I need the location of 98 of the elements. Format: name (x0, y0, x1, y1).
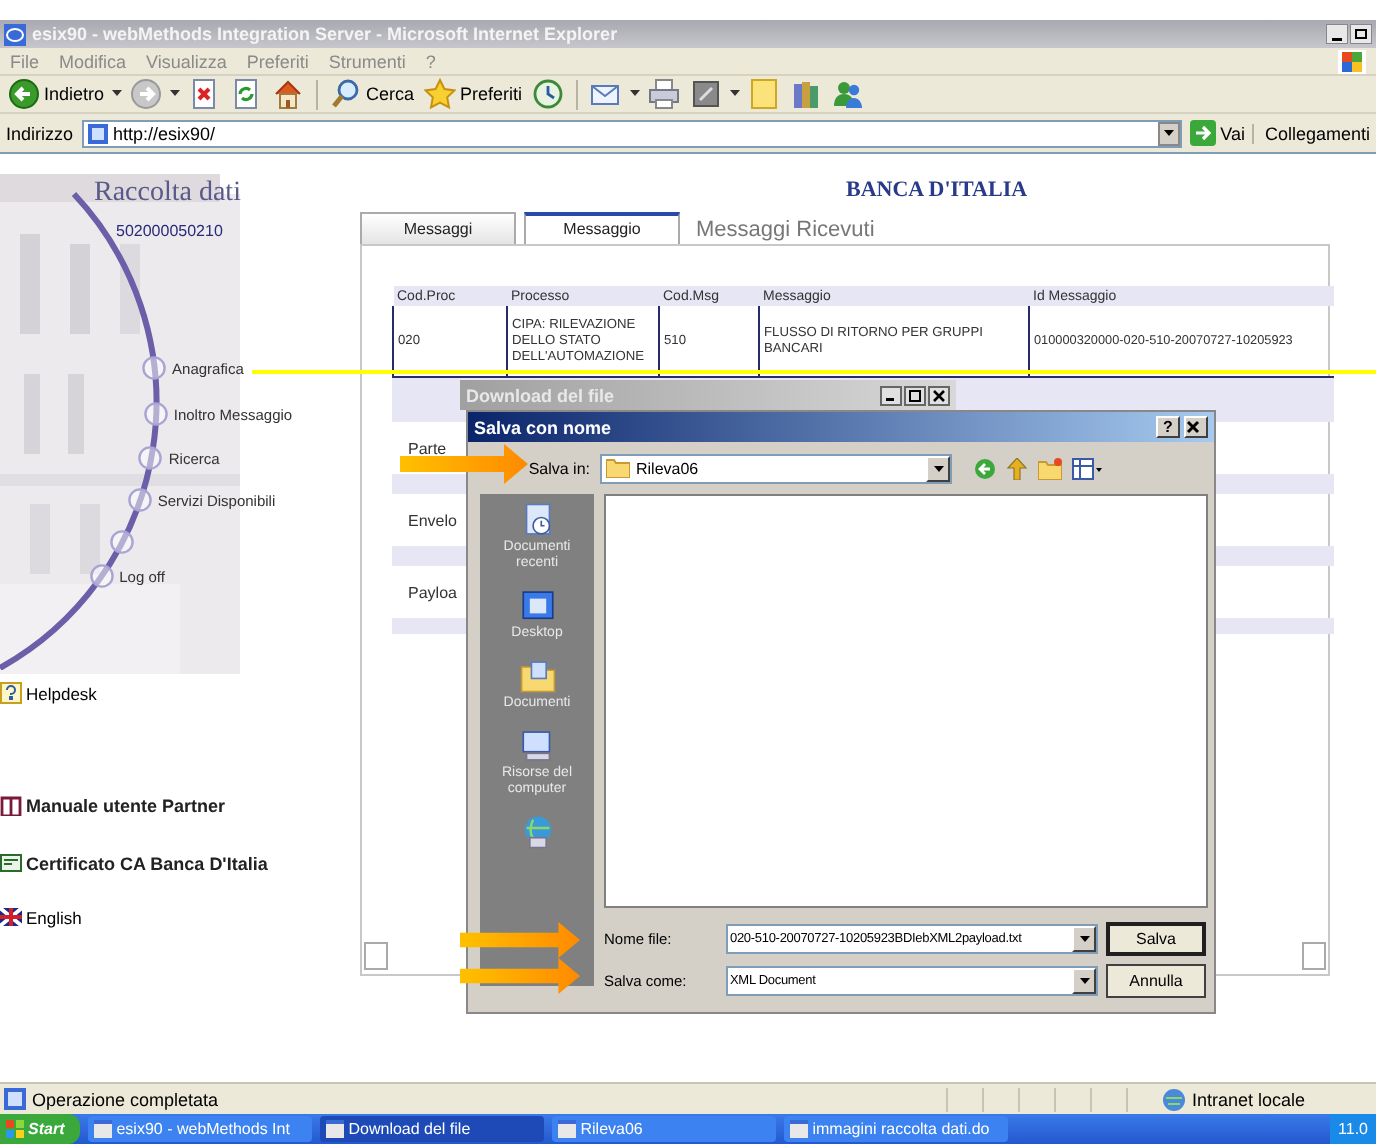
sidebar-link[interactable]: Helpdesk (0, 682, 97, 704)
windows-logo-icon (6, 1120, 24, 1138)
callout-arrow (400, 444, 528, 484)
printer-icon (648, 78, 681, 110)
page-title: Raccolta dati (94, 178, 241, 210)
arrow-icon (1190, 120, 1217, 146)
note-icon (748, 78, 781, 110)
edit-icon (690, 78, 723, 110)
windows-logo-icon (1338, 49, 1366, 73)
taskbar-item[interactable]: Rileva06 (552, 1116, 777, 1142)
sidebar-link[interactable]: Manuale utente Partner (0, 794, 226, 816)
taskbar-item[interactable]: Download del file (320, 1116, 545, 1142)
dropdown-icon[interactable] (1079, 978, 1089, 984)
toolbar-button[interactable] (830, 77, 867, 111)
node-icon (138, 446, 163, 470)
toolbar-button[interactable] (530, 77, 567, 111)
field-label: Parte (408, 439, 447, 457)
window-icon (558, 1120, 577, 1138)
views-icon[interactable] (1072, 457, 1102, 479)
sidebar-link[interactable]: Certificato CA Banca D'Italia (0, 852, 268, 874)
globe-icon (1162, 1087, 1186, 1111)
flag-icon (0, 906, 22, 928)
user-code: 502000050210 (116, 222, 223, 240)
save-button[interactable]: Salva (1106, 922, 1206, 956)
callout-arrow (460, 958, 580, 994)
books-icon (790, 78, 823, 110)
page-icon (4, 1088, 26, 1110)
folder-icon (519, 658, 555, 694)
computer-icon (519, 728, 555, 764)
help-icon (0, 682, 22, 704)
help-button[interactable]: ? (1156, 416, 1180, 438)
refresh-icon (230, 78, 263, 110)
node-icon (127, 488, 152, 512)
search-icon (330, 78, 363, 110)
stop-icon (188, 78, 221, 110)
home-icon (272, 78, 305, 110)
dropdown-icon[interactable] (1164, 130, 1175, 136)
back-icon (8, 78, 40, 110)
caret-icon[interactable] (730, 90, 741, 98)
caret-icon[interactable] (630, 90, 641, 98)
forward-icon (130, 78, 163, 110)
ie-icon (4, 23, 26, 45)
window-icon (790, 1120, 809, 1138)
network-icon[interactable] (519, 814, 555, 850)
field-label: Envelo (408, 511, 457, 529)
tab[interactable]: Messaggi Ricevuti (688, 216, 883, 244)
address-field[interactable]: http://esix90/ (81, 119, 1183, 147)
new-folder-icon[interactable] (1038, 457, 1062, 479)
up-folder-icon[interactable] (1006, 457, 1028, 479)
toolbar-button[interactable]: Cerca (328, 77, 417, 111)
close-icon[interactable] (928, 385, 950, 405)
folder-dropdown[interactable]: Rileva06 (600, 453, 952, 483)
node-icon (142, 356, 167, 380)
close-icon (1186, 420, 1200, 434)
caret-icon[interactable] (170, 90, 181, 98)
close-button[interactable] (1184, 416, 1208, 438)
people-icon (832, 78, 865, 110)
page-icon (87, 123, 108, 143)
restore-icon[interactable] (1350, 24, 1372, 44)
taskbar-item[interactable]: immagini raccolta dati.do (784, 1116, 1009, 1142)
window-icon (94, 1120, 113, 1138)
tab[interactable]: Messaggio (524, 212, 680, 244)
go-button[interactable]: Vai (1190, 120, 1245, 146)
dialog-title: Salva con nome (474, 417, 614, 437)
toolbar-button[interactable]: Preferiti (422, 77, 525, 111)
node-icon (109, 530, 134, 554)
minimize-icon[interactable] (880, 385, 902, 405)
dialog-title: Download del file (466, 385, 617, 405)
address-label: Indirizzo (6, 123, 74, 143)
node-icon (89, 564, 114, 588)
callout-arrow (460, 922, 580, 958)
links-label[interactable]: Collegamenti (1252, 123, 1370, 143)
window-icon (326, 1120, 345, 1138)
book-icon (0, 794, 22, 816)
toolbar-button[interactable]: Indietro (6, 77, 107, 111)
tab[interactable]: Messaggi (360, 212, 516, 244)
folder-icon (606, 458, 630, 478)
status-text: Operazione completata (32, 1089, 219, 1109)
star-icon (424, 78, 457, 110)
certificate-icon (0, 852, 22, 874)
window-title: esix90 - webMethods Integration Server - Microsoft Internet Explorer (32, 24, 620, 44)
sidebar-link[interactable]: English (0, 906, 82, 928)
desktop-icon (519, 588, 555, 624)
back-icon[interactable] (974, 457, 996, 479)
toolbar-button[interactable] (646, 77, 683, 111)
field-label: Salva in: (526, 459, 590, 477)
maximize-icon[interactable] (904, 385, 926, 405)
toolbar-button[interactable] (688, 77, 725, 111)
node-icon (143, 402, 168, 426)
minimize-icon[interactable] (1326, 24, 1348, 44)
cancel-button[interactable]: Annulla (1106, 964, 1206, 998)
caret-icon[interactable] (112, 90, 123, 98)
dropdown-icon[interactable] (1079, 936, 1089, 942)
zone-label: Intranet locale (1192, 1089, 1308, 1109)
clock: 11.0 (1338, 1120, 1368, 1138)
field-label: Payloa (408, 583, 457, 601)
taskbar-item[interactable]: esix90 - webMethods Int (88, 1116, 313, 1142)
bank-name: BANCA D'ITALIA (846, 178, 1028, 202)
